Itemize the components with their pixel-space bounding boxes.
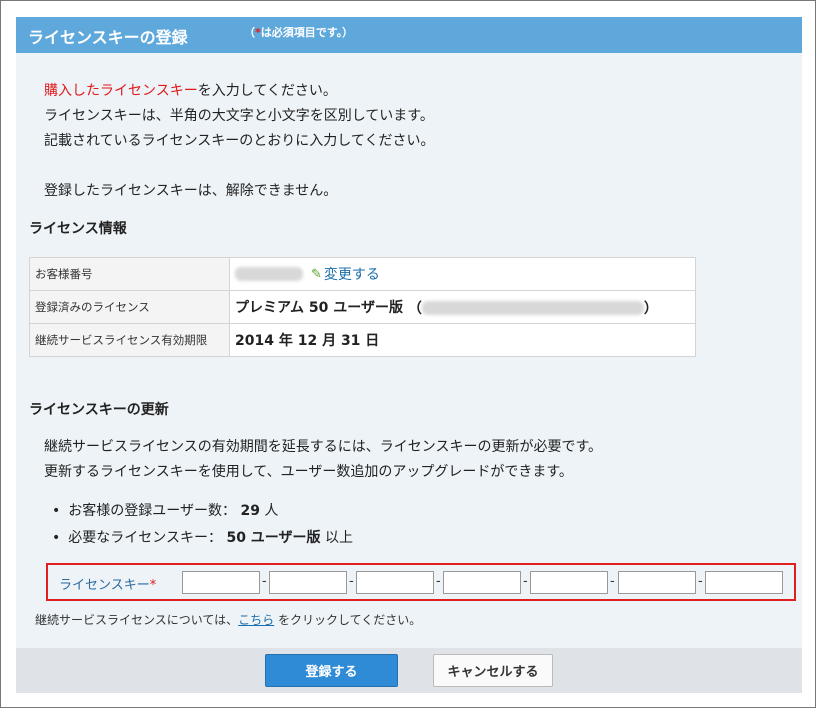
segment-separator: - [349, 574, 354, 589]
segment-separator: - [436, 574, 441, 589]
customer-number-label: お客様番号 [29, 257, 230, 291]
license-key-segment-4[interactable] [443, 571, 521, 594]
license-panel: ライセンスキーの登録 （*は必須項目です。） 購入したライセンスキーを入力してく… [16, 17, 802, 693]
dialog-frame: ライセンスキーの登録 （*は必須項目です。） 購入したライセンスキーを入力してく… [0, 0, 816, 708]
list-item: お客様の登録ユーザー数： 29 人 [52, 498, 353, 525]
pencil-icon: ✎ [311, 266, 322, 282]
segment-separator: - [610, 574, 615, 589]
update-desc-line-1: 継続サービスライセンスの有効期間を延長するには、ライセンスキーの更新が必要です。 [44, 439, 603, 455]
license-key-segment-6[interactable] [618, 571, 696, 594]
license-update-heading: ライセンスキーの更新 [29, 402, 169, 418]
license-info-heading: ライセンス情報 [29, 221, 127, 237]
segment-separator: - [523, 574, 528, 589]
intro-highlight: 購入したライセンスキー [44, 83, 198, 99]
license-key-segment-3[interactable] [356, 571, 434, 594]
registered-license-value: プレミアム 50 ユーザー版 （） [229, 290, 696, 324]
license-edition: プレミアム 50 ユーザー版 [235, 299, 403, 316]
license-key-segment-7[interactable] [705, 571, 783, 594]
required-star: * [149, 578, 157, 593]
table-row: お客様番号 ✎ 変更する [29, 257, 696, 291]
license-key-segment-5[interactable] [530, 571, 608, 594]
change-customer-link[interactable]: 変更する [324, 267, 380, 283]
table-row: 登録済みのライセンス プレミアム 50 ユーザー版 （） [29, 290, 696, 324]
segment-separator: - [698, 574, 703, 589]
license-key-segment-1[interactable] [182, 571, 260, 594]
expiry-value: 2014 年 12 月 31 日 [229, 323, 696, 357]
required-note: （*は必須項目です。） [244, 26, 354, 39]
title-bar: ライセンスキーの登録 （*は必須項目です。） [16, 17, 802, 53]
intro-line-2: ライセンスキーは、半角の大文字と小文字を区別しています。 [44, 108, 434, 124]
intro-line-3: 記載されているライセンスキーのとおりに入力してください。 [44, 133, 435, 149]
footnote: 継続サービスライセンスについては、こちら をクリックしてください。 [35, 613, 422, 627]
intro-line-1: 購入したライセンスキーを入力してください。 [44, 83, 337, 99]
table-row: 継続サービスライセンス有効期限 2014 年 12 月 31 日 [29, 323, 696, 357]
registered-license-label: 登録済みのライセンス [29, 290, 230, 324]
requirement-list: お客様の登録ユーザー数： 29 人 必要なライセンスキー： 50 ユーザー版 以… [52, 498, 353, 552]
cancel-button[interactable]: キャンセルする [433, 654, 553, 687]
update-description: 継続サービスライセンスの有効期間を延長するには、ライセンスキーの更新が必要です。… [44, 435, 602, 485]
page-title: ライセンスキーの登録 [28, 28, 188, 47]
segment-separator: - [262, 574, 267, 589]
user-count: 29 [240, 503, 260, 519]
license-key-input-group: ライセンスキー* - - - - - - [46, 563, 796, 601]
register-button[interactable]: 登録する [265, 654, 398, 687]
required-edition: 50 ユーザー版 [226, 530, 321, 546]
intro-text: 購入したライセンスキーを入力してください。 ライセンスキーは、半角の大文字と小文… [44, 79, 434, 204]
redacted-customer-number [235, 267, 303, 281]
license-info-table: お客様番号 ✎ 変更する 登録済みのライセンス プレミアム 50 ユーザー版 （）… [29, 257, 696, 357]
redacted-license-key [421, 300, 644, 315]
details-link[interactable]: こちら [238, 613, 274, 627]
license-key-segment-2[interactable] [269, 571, 347, 594]
expiry-label: 継続サービスライセンス有効期限 [29, 323, 230, 357]
intro-line-4: 登録したライセンスキーは、解除できません。 [44, 183, 338, 199]
button-bar: 登録する キャンセルする [16, 648, 802, 693]
license-key-label: ライセンスキー* [59, 578, 157, 593]
update-desc-line-2: 更新するライセンスキーを使用して、ユーザー数追加のアップグレードができます。 [44, 464, 573, 480]
customer-number-value: ✎ 変更する [229, 257, 696, 291]
list-item: 必要なライセンスキー： 50 ユーザー版 以上 [52, 525, 353, 552]
